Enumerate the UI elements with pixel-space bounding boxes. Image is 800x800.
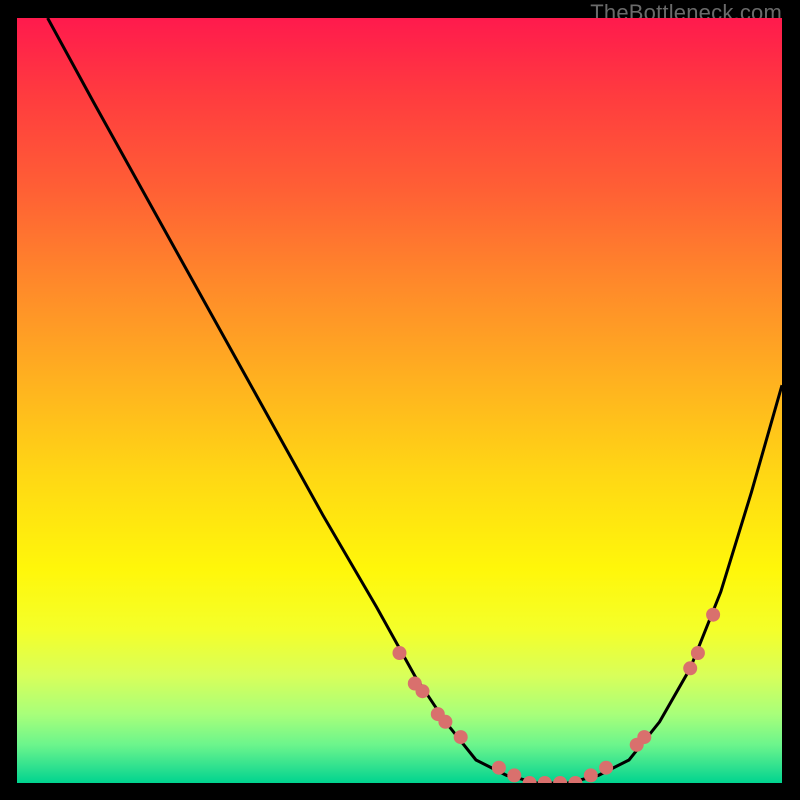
chart-frame: TheBottleneck.com — [0, 0, 800, 800]
sample-point — [683, 661, 697, 675]
sample-point — [416, 684, 430, 698]
sample-point — [507, 768, 521, 782]
sample-point — [393, 646, 407, 660]
sample-points-layer — [17, 18, 782, 783]
plot-area — [17, 18, 782, 783]
sample-point — [538, 776, 552, 783]
sample-point — [454, 730, 468, 744]
sample-point — [492, 761, 506, 775]
sample-point — [706, 608, 720, 622]
sample-point — [584, 768, 598, 782]
sample-point — [599, 761, 613, 775]
sample-point — [637, 730, 651, 744]
sample-point — [568, 776, 582, 783]
sample-point — [553, 776, 567, 783]
sample-point — [691, 646, 705, 660]
sample-point — [438, 715, 452, 729]
sample-point — [523, 776, 537, 783]
